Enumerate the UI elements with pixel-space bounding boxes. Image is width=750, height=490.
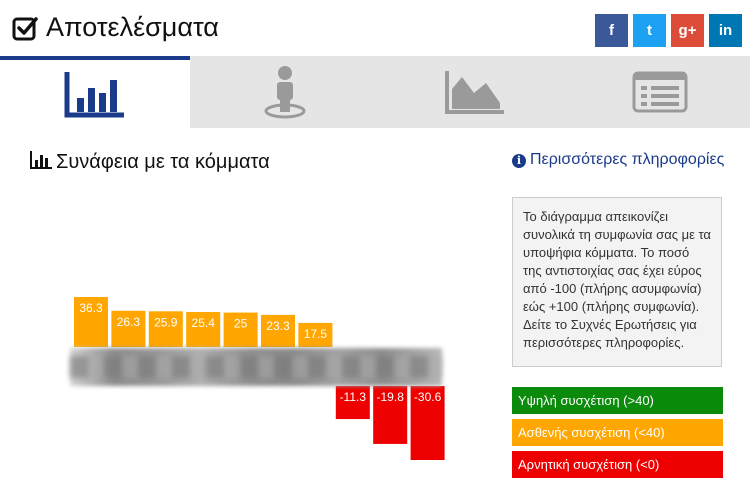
bar-label-8: -19.8 bbox=[377, 390, 405, 404]
person-pin-icon bbox=[264, 66, 306, 119]
bar-label-5: 23.3 bbox=[266, 319, 290, 333]
list-icon bbox=[632, 71, 688, 113]
facebook-share-button[interactable]: f bbox=[595, 14, 628, 47]
more-info-heading: i Περισσότερες πληροφορίες bbox=[512, 150, 732, 169]
bar-label-4: 25 bbox=[234, 317, 248, 331]
page-title: Αποτελέσματα bbox=[46, 12, 219, 42]
more-info-box: Το διάγραμμα απεικονίζει συνολικά τη συμ… bbox=[512, 197, 722, 367]
checkbox-checked-icon bbox=[12, 16, 38, 40]
bar-label-6: 17.5 bbox=[304, 327, 328, 341]
tab-bar-chart[interactable] bbox=[0, 56, 190, 128]
social-share-bar: f t g+ in bbox=[595, 14, 742, 47]
more-info-heading-text: Περισσότερες πληροφορίες bbox=[530, 151, 725, 168]
tab-candidate-position[interactable] bbox=[190, 56, 380, 128]
info-icon: i bbox=[512, 154, 526, 168]
linkedin-share-button[interactable]: in bbox=[709, 14, 742, 47]
bar-chart-icon bbox=[64, 72, 124, 118]
bar-label-1: 26.3 bbox=[117, 315, 141, 329]
results-tabs bbox=[0, 56, 750, 128]
bar-label-2: 25.9 bbox=[154, 315, 178, 329]
tab-list[interactable] bbox=[570, 56, 750, 128]
google-plus-share-button[interactable]: g+ bbox=[671, 14, 704, 47]
area-chart-icon bbox=[445, 71, 504, 114]
legend-high-correlation: Υψηλή συσχέτιση (>40) bbox=[512, 387, 723, 414]
bar-chart-icon bbox=[30, 151, 52, 169]
legend-weak-correlation: Ασθενής συσχέτιση (<40) bbox=[512, 419, 723, 446]
obscured-party-logos-overlay bbox=[70, 356, 442, 378]
tab-area-chart[interactable] bbox=[380, 56, 570, 128]
bar-label-0: 36.3 bbox=[79, 301, 103, 315]
bar-label-7: -11.3 bbox=[340, 390, 367, 404]
more-info-text: Το διάγραμμα απεικονίζει συνολικά τη συμ… bbox=[523, 209, 711, 350]
bar-label-3: 25.4 bbox=[192, 316, 216, 330]
chart-title: Συνάφεια με τα κόμματα bbox=[30, 150, 290, 174]
header: Αποτελέσματα f t g+ in bbox=[0, 0, 750, 56]
chart-title-text: Συνάφεια με τα κόμματα bbox=[56, 151, 270, 173]
twitter-share-button[interactable]: t bbox=[633, 14, 666, 47]
bar-label-9: -30.6 bbox=[414, 390, 442, 404]
legend-negative-correlation: Αρνητική συσχέτιση (<0) bbox=[512, 451, 723, 478]
title-wrap: Αποτελέσματα bbox=[12, 12, 219, 43]
